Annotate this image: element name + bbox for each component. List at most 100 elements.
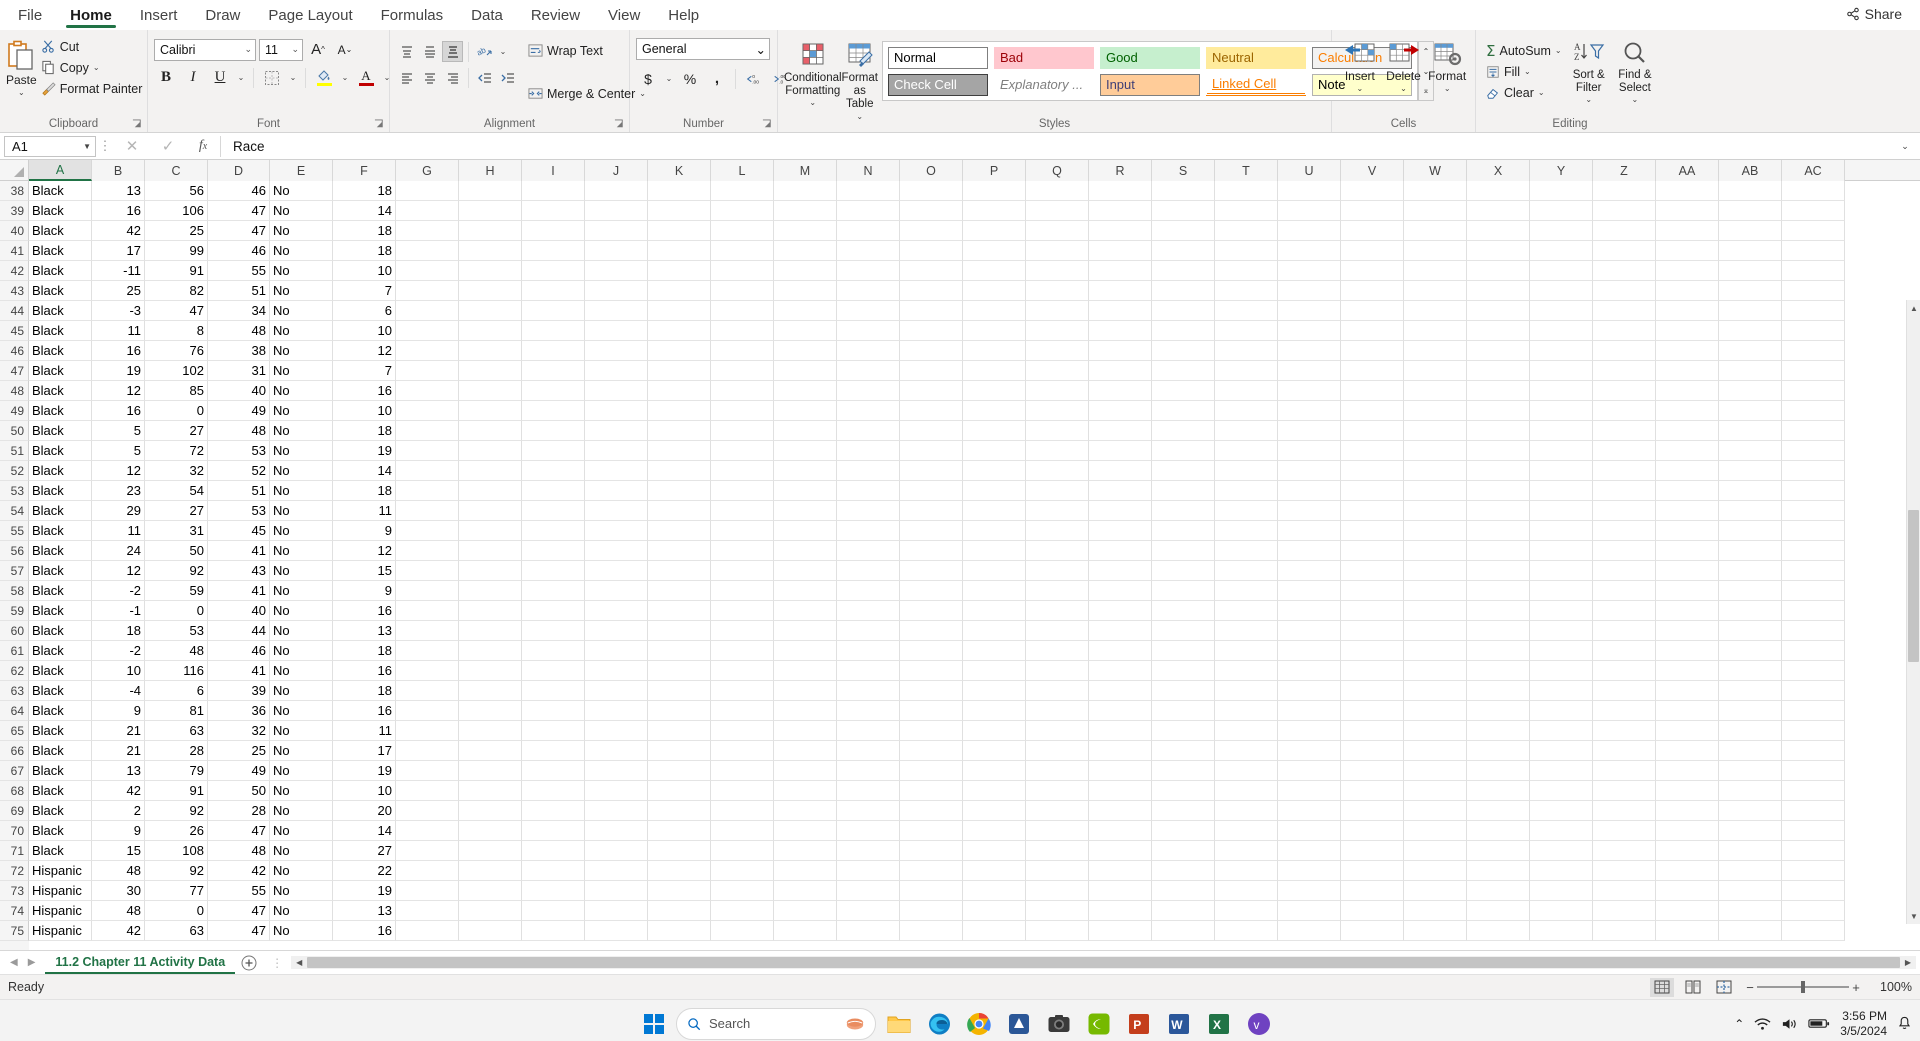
cell-AA43[interactable]: [1656, 281, 1719, 301]
cell-M53[interactable]: [774, 481, 837, 501]
cell-AB44[interactable]: [1719, 301, 1782, 321]
cell-F63[interactable]: 18: [333, 681, 396, 701]
cell-M54[interactable]: [774, 501, 837, 521]
cell-S47[interactable]: [1152, 361, 1215, 381]
cell-E68[interactable]: No: [270, 781, 333, 801]
cell-G58[interactable]: [396, 581, 459, 601]
insert-function-button[interactable]: fx: [186, 138, 220, 154]
cell-Y74[interactable]: [1530, 901, 1593, 921]
cell-K42[interactable]: [648, 261, 711, 281]
cell-U49[interactable]: [1278, 401, 1341, 421]
cell-V43[interactable]: [1341, 281, 1404, 301]
cell-N54[interactable]: [837, 501, 900, 521]
row-header-54[interactable]: 54: [0, 501, 29, 521]
align-top-button[interactable]: [396, 41, 417, 62]
cell-M64[interactable]: [774, 701, 837, 721]
cell-M65[interactable]: [774, 721, 837, 741]
cell-P39[interactable]: [963, 201, 1026, 221]
cell-A59[interactable]: Black: [29, 601, 92, 621]
cell-U75[interactable]: [1278, 921, 1341, 941]
row-header-63[interactable]: 63: [0, 681, 29, 701]
align-right-button[interactable]: [442, 67, 463, 88]
cell-AB41[interactable]: [1719, 241, 1782, 261]
cell-K67[interactable]: [648, 761, 711, 781]
horizontal-scroll-thumb[interactable]: [307, 957, 1900, 968]
cell-C51[interactable]: 72: [145, 441, 208, 461]
cell-Q40[interactable]: [1026, 221, 1089, 241]
cell-I57[interactable]: [522, 561, 585, 581]
cell-X46[interactable]: [1467, 341, 1530, 361]
cell-N55[interactable]: [837, 521, 900, 541]
cell-R63[interactable]: [1089, 681, 1152, 701]
cell-O41[interactable]: [900, 241, 963, 261]
cell-U71[interactable]: [1278, 841, 1341, 861]
cell-S66[interactable]: [1152, 741, 1215, 761]
cell-Y53[interactable]: [1530, 481, 1593, 501]
cell-U69[interactable]: [1278, 801, 1341, 821]
cell-D45[interactable]: 48: [208, 321, 270, 341]
cell-G52[interactable]: [396, 461, 459, 481]
cell-C57[interactable]: 92: [145, 561, 208, 581]
cell-E57[interactable]: No: [270, 561, 333, 581]
cell-Y52[interactable]: [1530, 461, 1593, 481]
cell-D64[interactable]: 36: [208, 701, 270, 721]
cell-J43[interactable]: [585, 281, 648, 301]
cell-I49[interactable]: [522, 401, 585, 421]
find-select-button[interactable]: Find & Select ⌄: [1612, 38, 1658, 105]
cell-J47[interactable]: [585, 361, 648, 381]
cell-AB52[interactable]: [1719, 461, 1782, 481]
column-header-W[interactable]: W: [1404, 160, 1467, 181]
cell-X73[interactable]: [1467, 881, 1530, 901]
cell-R46[interactable]: [1089, 341, 1152, 361]
cell-T72[interactable]: [1215, 861, 1278, 881]
cell-X42[interactable]: [1467, 261, 1530, 281]
fill-button[interactable]: Fill ⌄: [1482, 61, 1566, 82]
cell-F60[interactable]: 13: [333, 621, 396, 641]
cell-H46[interactable]: [459, 341, 522, 361]
cell-AA65[interactable]: [1656, 721, 1719, 741]
cell-J57[interactable]: [585, 561, 648, 581]
column-header-AA[interactable]: AA: [1656, 160, 1719, 181]
row-header-74[interactable]: 74: [0, 901, 29, 921]
cell-G38[interactable]: [396, 181, 459, 201]
cell-P75[interactable]: [963, 921, 1026, 941]
cell-D74[interactable]: 47: [208, 901, 270, 921]
row-header-46[interactable]: 46: [0, 341, 29, 361]
cell-L75[interactable]: [711, 921, 774, 941]
chevron-down-icon[interactable]: ⌄: [809, 98, 816, 107]
cell-E43[interactable]: No: [270, 281, 333, 301]
cell-L69[interactable]: [711, 801, 774, 821]
cell-H61[interactable]: [459, 641, 522, 661]
cell-F62[interactable]: 16: [333, 661, 396, 681]
cell-AC52[interactable]: [1782, 461, 1845, 481]
cell-F59[interactable]: 16: [333, 601, 396, 621]
cell-AB69[interactable]: [1719, 801, 1782, 821]
cell-P57[interactable]: [963, 561, 1026, 581]
cell-O53[interactable]: [900, 481, 963, 501]
cell-G39[interactable]: [396, 201, 459, 221]
cell-E72[interactable]: No: [270, 861, 333, 881]
cell-W51[interactable]: [1404, 441, 1467, 461]
expand-formula-bar-button[interactable]: ⌄: [1894, 141, 1916, 152]
cell-S59[interactable]: [1152, 601, 1215, 621]
cell-F55[interactable]: 9: [333, 521, 396, 541]
cell-T71[interactable]: [1215, 841, 1278, 861]
increase-indent-button[interactable]: [497, 67, 518, 88]
cell-G60[interactable]: [396, 621, 459, 641]
cell-A67[interactable]: Black: [29, 761, 92, 781]
decrease-indent-button[interactable]: [474, 67, 495, 88]
cell-R73[interactable]: [1089, 881, 1152, 901]
cell-W48[interactable]: [1404, 381, 1467, 401]
cell-S40[interactable]: [1152, 221, 1215, 241]
cell-C41[interactable]: 99: [145, 241, 208, 261]
cell-AB49[interactable]: [1719, 401, 1782, 421]
cell-I45[interactable]: [522, 321, 585, 341]
cell-C60[interactable]: 53: [145, 621, 208, 641]
cell-F54[interactable]: 11: [333, 501, 396, 521]
chevron-down-icon[interactable]: ⌄: [18, 88, 25, 97]
cell-U46[interactable]: [1278, 341, 1341, 361]
cell-X49[interactable]: [1467, 401, 1530, 421]
cell-AC55[interactable]: [1782, 521, 1845, 541]
cell-E55[interactable]: No: [270, 521, 333, 541]
column-header-F[interactable]: F: [333, 160, 396, 181]
